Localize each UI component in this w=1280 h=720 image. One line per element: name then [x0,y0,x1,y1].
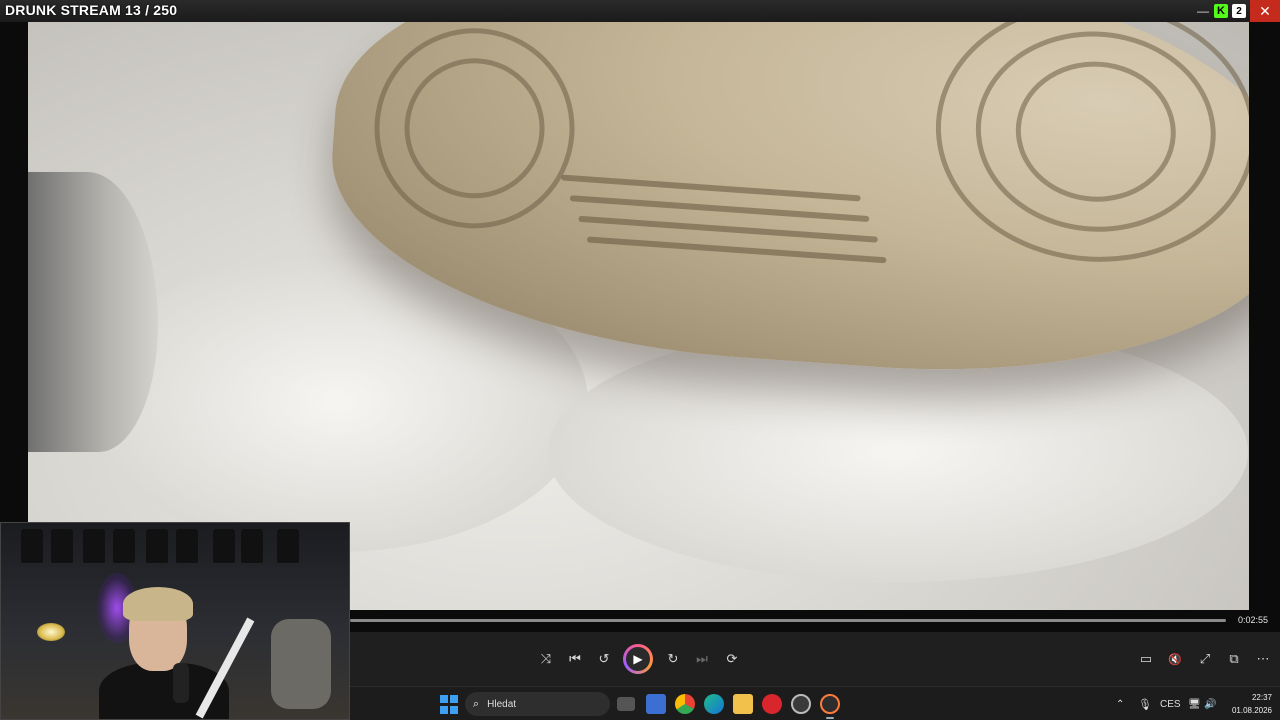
duration-label: 0:02:55 [1237,615,1268,625]
search-icon: ⌕ [473,697,480,710]
rewind-icon[interactable]: ↺ [593,648,615,670]
clock-time: 22:37 [1251,693,1272,702]
taskbar-search[interactable]: ⌕ Hledat [465,692,610,716]
network-icon[interactable]: 🖥 [1188,687,1201,720]
search-placeholder: Hledat [487,698,517,710]
chrome-icon[interactable] [675,694,695,714]
edge-icon[interactable] [704,694,724,714]
fullscreen-icon[interactable]: ⤢ [1194,648,1216,670]
microphone [173,663,189,703]
miniplayer-icon[interactable]: ⧉ [1223,648,1245,670]
play-icon: ▶ [626,647,650,671]
store-icon[interactable] [646,694,666,714]
next-icon[interactable]: ⏭ [691,648,713,670]
sub-badge-icon: 2 [1232,4,1246,18]
player-controls: ⤨ ⏮ ↺ ▶ ↻ ⏭ ⟳ ▭ 🔇 ⤢ ⧉ ⋯ [350,632,1280,686]
stream-title: DRUNK STREAM 13 / 250 [5,2,178,18]
repeat-icon[interactable]: ⟳ [721,648,743,670]
file-explorer-icon[interactable] [733,694,753,714]
task-view-icon[interactable] [617,697,635,711]
mic-icon[interactable]: 🎙 [1138,687,1152,720]
media-player-icon[interactable] [820,694,840,714]
play-button[interactable]: ▶ [623,644,653,674]
app-obs-icon[interactable] [791,694,811,714]
chair [271,619,331,709]
minimize-button[interactable]: — [1192,0,1214,22]
start-button[interactable] [439,694,459,714]
forward-icon[interactable]: ↻ [662,648,684,670]
volume-icon[interactable]: 🔊 [1204,687,1216,720]
lamp-light [37,623,65,641]
subtitles-icon[interactable]: ▭ [1135,648,1157,670]
close-button[interactable]: ✕ [1250,0,1280,22]
clock[interactable]: 22:37 01.08.2026 [1232,691,1272,717]
blurred-object [28,172,158,452]
tray-chevron-icon[interactable]: ⌃ [1116,687,1124,720]
window-controls: — K 2 ✕ [1192,0,1280,22]
title-bar: DRUNK STREAM 13 / 250 — K 2 ✕ [0,0,1280,22]
previous-icon[interactable]: ⏮ [564,648,586,670]
more-icon[interactable]: ⋯ [1252,648,1274,670]
seek-bar[interactable]: 0:02:55 [350,610,1280,632]
screen: DRUNK STREAM 13 / 250 — K 2 ✕ 0:02:55 ⤨ … [0,0,1280,720]
shuffle-icon[interactable]: ⤨ [535,648,557,670]
language-indicator[interactable]: CES [1160,687,1181,720]
streamer-hair [123,587,193,621]
clock-date: 01.08.2026 [1231,706,1272,715]
active-app-indicator [826,717,834,719]
mute-icon[interactable]: 🔇 [1164,648,1186,670]
seek-track[interactable] [350,619,1226,622]
kick-logo-icon: K [1214,4,1228,18]
taskbar: ⌕ Hledat ⌃ 🎙 CES 🖥 🔊 22:37 01.08.2026 [350,686,1280,720]
app-red-icon[interactable] [762,694,782,714]
webcam-overlay [0,522,350,720]
